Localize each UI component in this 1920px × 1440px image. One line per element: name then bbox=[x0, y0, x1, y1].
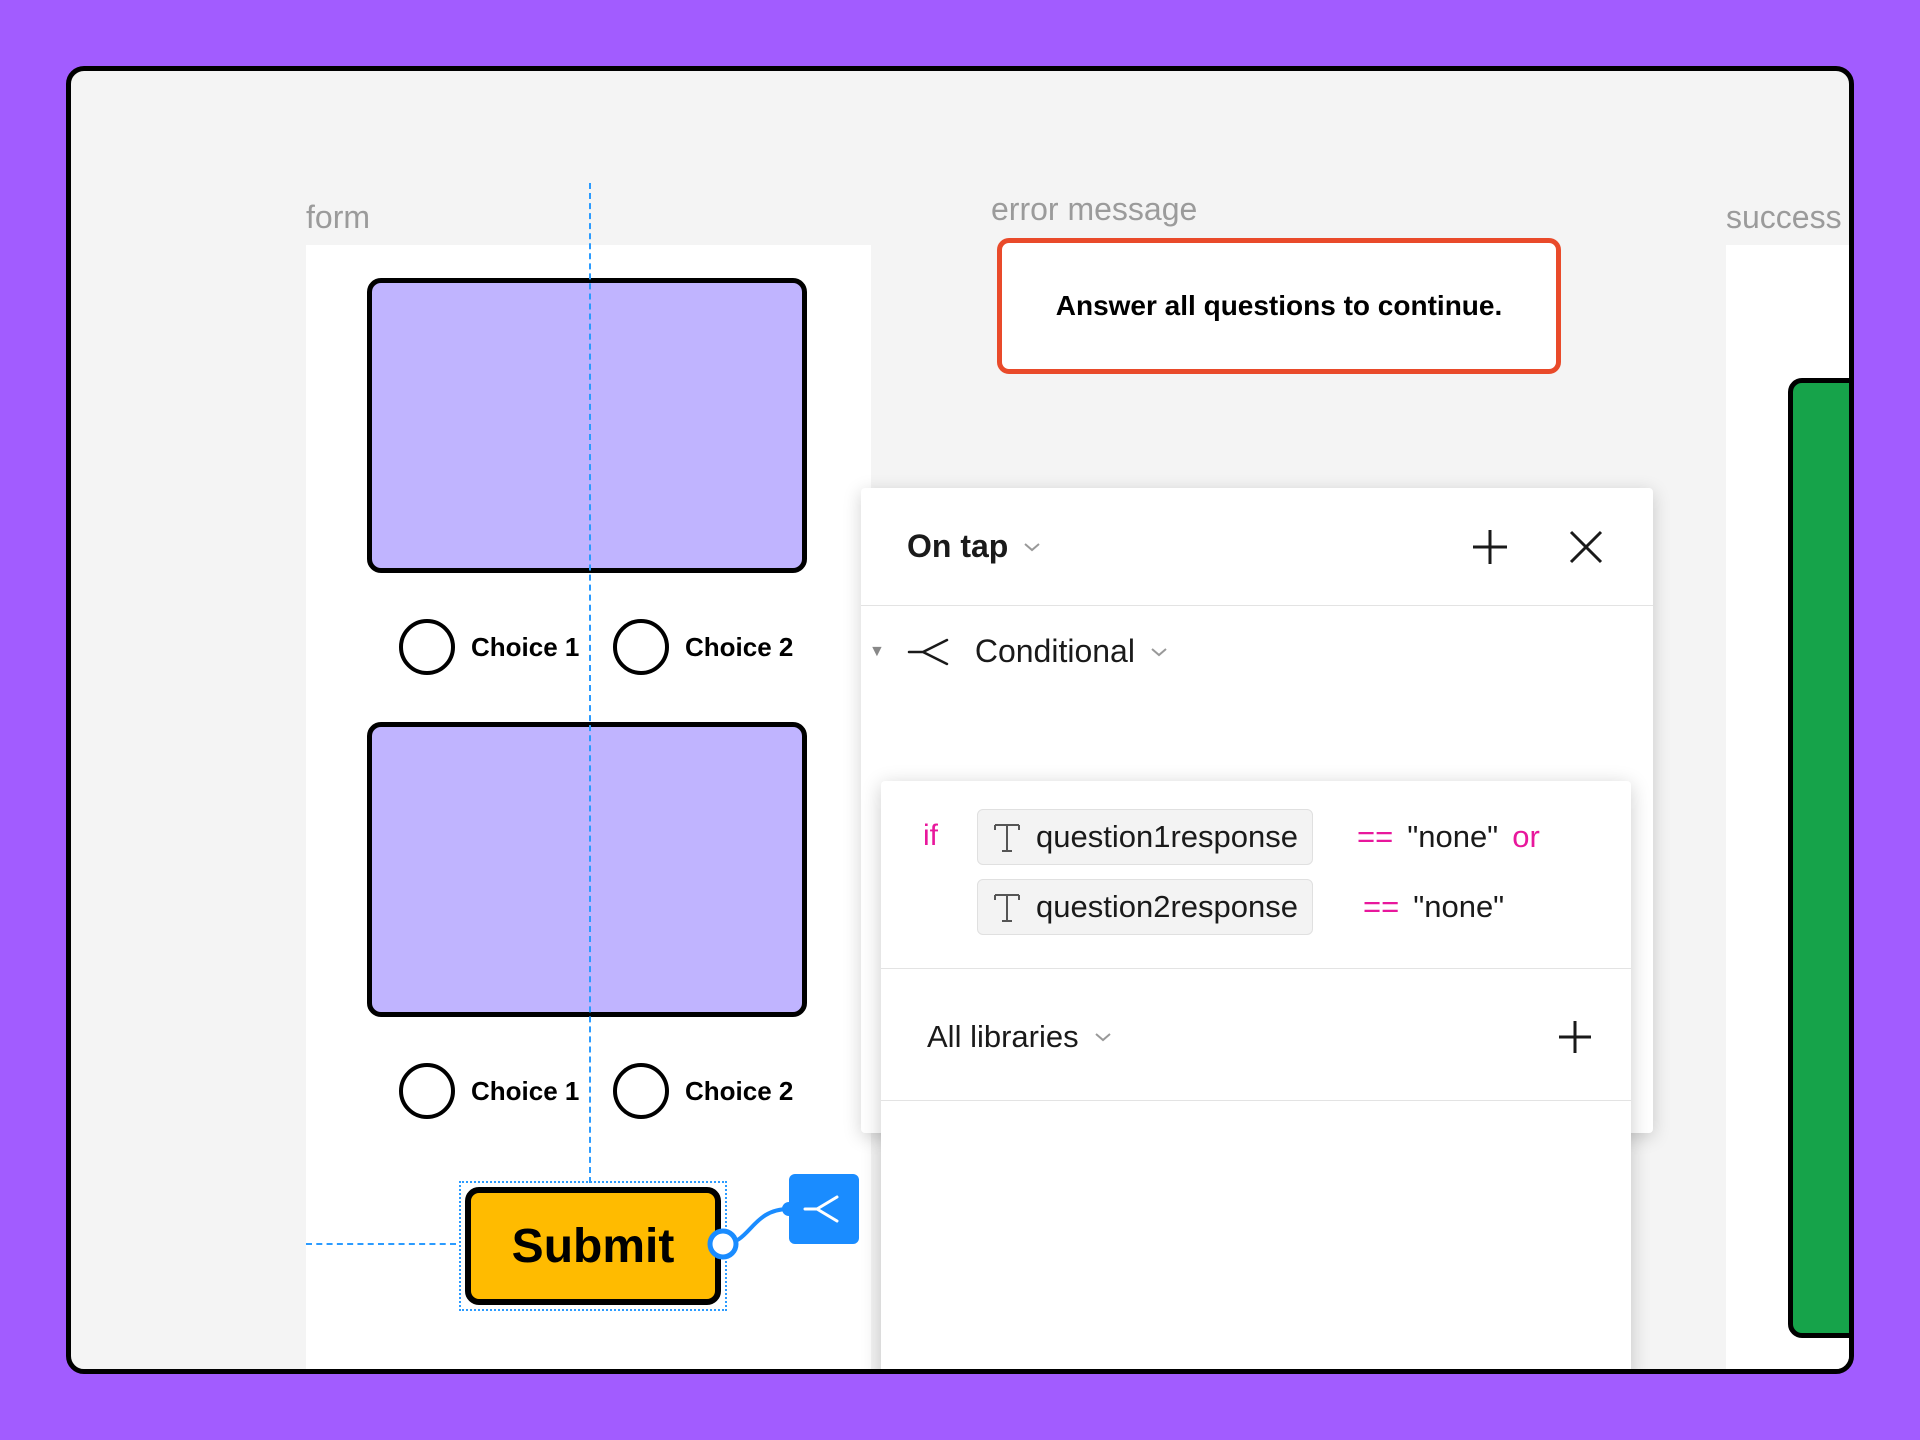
libraries-dropdown[interactable]: All libraries bbox=[927, 1019, 1113, 1055]
panel-header: On tap bbox=[861, 488, 1653, 606]
condition-expression: if question1response == "none" or questi… bbox=[881, 781, 1631, 969]
conditional-action-row[interactable]: ▼ Conditional bbox=[869, 633, 1169, 670]
value: "none" bbox=[1413, 889, 1505, 924]
caret-down-icon[interactable]: ▼ bbox=[869, 643, 885, 661]
condition-panel: if question1response == "none" or questi… bbox=[881, 781, 1631, 1369]
chevron-down-icon bbox=[1151, 647, 1167, 656]
clause1-expression[interactable]: == "none" or bbox=[1357, 819, 1540, 855]
action-label: Conditional bbox=[974, 633, 1135, 669]
conditional-badge[interactable] bbox=[789, 1174, 859, 1244]
variable-pill-question2[interactable]: question2response bbox=[977, 879, 1313, 935]
error-message[interactable]: Answer all questions to continue. bbox=[997, 238, 1561, 374]
variable-name: question2response bbox=[1036, 889, 1298, 924]
chevron-down-icon bbox=[1024, 542, 1040, 551]
plus-icon[interactable] bbox=[1553, 1015, 1597, 1059]
if-keyword: if bbox=[923, 819, 938, 852]
canvas-window: form success Choice 1 Choice 2 Choice 1 … bbox=[66, 66, 1854, 1374]
branch-icon bbox=[803, 1195, 839, 1223]
operator: == bbox=[1357, 819, 1394, 854]
chevron-down-icon bbox=[1094, 1033, 1111, 1042]
plus-icon[interactable] bbox=[1465, 522, 1515, 572]
text-variable-icon bbox=[994, 894, 1020, 922]
clause2-expression[interactable]: == "none" bbox=[1363, 889, 1504, 925]
or-keyword: or bbox=[1512, 819, 1540, 854]
text-variable-icon bbox=[994, 824, 1020, 852]
error-frame-label[interactable]: error message bbox=[991, 191, 1197, 228]
libraries-row: All libraries bbox=[881, 969, 1631, 1101]
operator: == bbox=[1363, 889, 1400, 924]
branch-icon bbox=[907, 638, 949, 665]
libraries-label: All libraries bbox=[927, 1019, 1079, 1054]
value: "none" bbox=[1407, 819, 1499, 854]
trigger-dropdown[interactable]: On tap bbox=[907, 528, 1042, 565]
trigger-label: On tap bbox=[907, 528, 1009, 564]
variable-pill-question1[interactable]: question1response bbox=[977, 809, 1313, 865]
close-icon[interactable] bbox=[1561, 522, 1611, 572]
variable-name: question1response bbox=[1036, 819, 1298, 854]
